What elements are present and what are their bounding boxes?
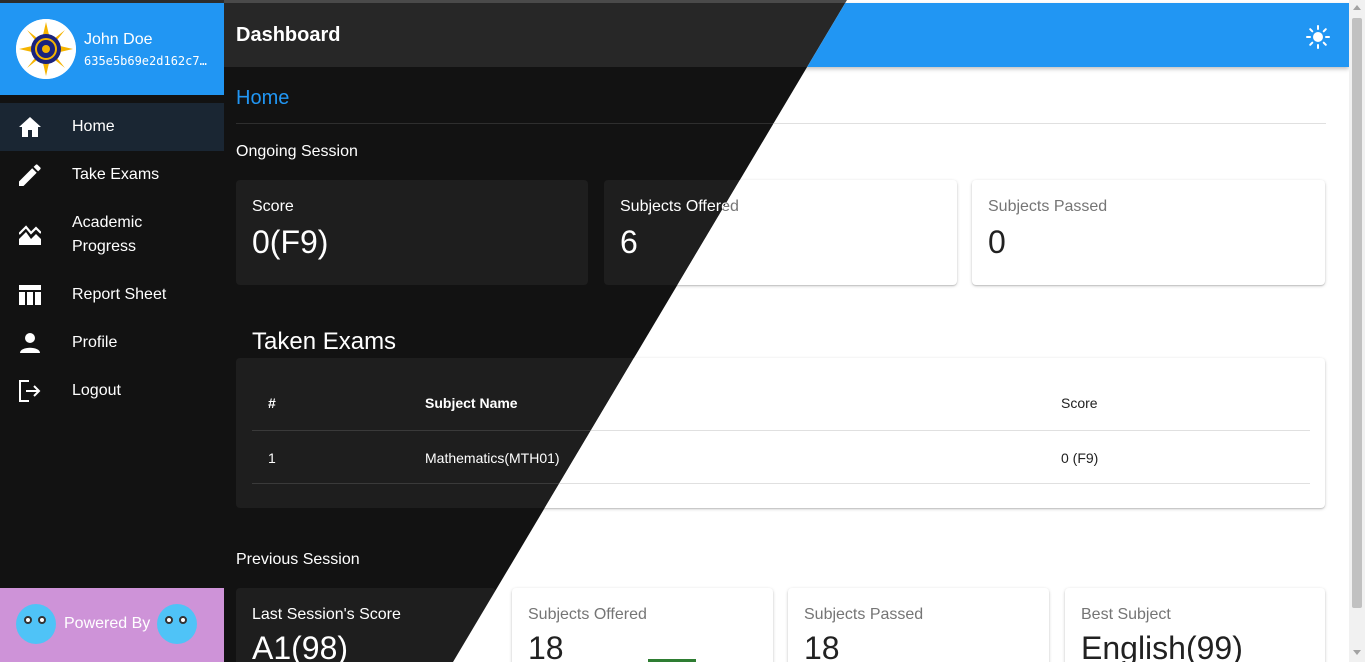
column-header-score: Score (1061, 395, 1098, 411)
card-value: English(99) (1081, 630, 1243, 662)
scrollbar-thumb[interactable] (1352, 18, 1362, 608)
table-cell-subject: Mathematics(MTH01) (425, 450, 560, 466)
home-icon (18, 115, 42, 139)
sidebar-item-take-exams[interactable]: Take Exams (0, 151, 224, 199)
previous-session-label: Previous Session (236, 551, 360, 568)
sun-icon (1306, 25, 1330, 49)
ongoing-session-label: Ongoing Session (236, 143, 358, 160)
table-cell-score: 0 (F9) (1061, 450, 1099, 466)
breadcrumb: Home (236, 87, 290, 109)
table-cell-index: 1 (268, 450, 276, 466)
sidebar-item-label: Home (72, 118, 115, 135)
sidebar-item-label: Report Sheet (72, 286, 167, 303)
best-subject-card: Best Subject English(99) (1065, 588, 1325, 662)
sidebar-item-profile[interactable]: Profile (0, 319, 224, 367)
card-title: Subjects Passed (988, 198, 1108, 215)
sidebar: John Doe 635e5b69e2d162c7 Home Take Exam… (0, 0, 224, 662)
user-name: John Doe (84, 31, 153, 48)
sidebar-item-report-sheet[interactable]: Report Sheet (0, 271, 224, 319)
subjects-passed-card: Subjects Passed 0 (972, 180, 1325, 285)
card-value: 18 (804, 630, 840, 662)
card-value: 6 (620, 224, 638, 260)
mascot-icon (157, 604, 197, 644)
chart-icon (18, 223, 42, 247)
sidebar-item-label: Logout (72, 382, 121, 399)
sidebar-item-academic-progress[interactable]: Academic Progress (0, 199, 224, 271)
main-content: Dashboard Home Ongoing Session Score 0(F… (224, 0, 1349, 662)
card-title: Last Session's Score (252, 606, 401, 623)
sidebar-item-label: Take Exams (72, 166, 160, 183)
last-session-score-card: Last Session's Score A1(98) (236, 588, 496, 662)
scroll-down-arrow-icon[interactable] (1353, 650, 1361, 655)
person-icon (18, 331, 42, 355)
scroll-up-arrow-icon[interactable] (1353, 5, 1361, 10)
card-value: 0(F9) (252, 224, 329, 260)
card-value: A1(98) (252, 630, 349, 662)
card-title: Score (252, 198, 294, 215)
column-header-subject: Subject Name (425, 395, 518, 411)
previous-subjects-passed-card: Subjects Passed 18 (788, 588, 1049, 662)
score-card: Score 0(F9) (236, 180, 588, 285)
sidebar-item-label: Profile (72, 334, 118, 351)
sidebar-item-home[interactable]: Home (0, 103, 224, 151)
sidebar-item-label: Academic Progress (72, 214, 143, 255)
card-title: Subjects Passed (804, 606, 924, 623)
table-icon (18, 283, 42, 307)
card-value: 0 (988, 224, 1006, 260)
page-title: Dashboard (236, 24, 341, 46)
sidebar-nav: Home Take Exams Academic Progress Report… (0, 103, 224, 415)
powered-by-footer: Powered By (0, 588, 224, 662)
theme-toggle-button[interactable] (1304, 23, 1332, 51)
vertical-scrollbar[interactable] (1349, 0, 1365, 662)
card-title: Subjects Offered (528, 606, 647, 623)
card-value: 18 (528, 630, 564, 662)
previous-subjects-offered-card: Subjects Offered 18 (512, 588, 773, 662)
user-id: 635e5b69e2d162c7 (84, 54, 216, 68)
card-title: Best Subject (1081, 606, 1171, 623)
powered-by-label: Powered By (64, 615, 151, 632)
sidebar-item-logout[interactable]: Logout (0, 367, 224, 415)
avatar[interactable] (16, 19, 76, 79)
user-panel: John Doe 635e5b69e2d162c7 (0, 3, 224, 95)
pencil-icon (18, 163, 42, 187)
logout-icon (18, 379, 42, 403)
taken-exams-heading: Taken Exams (252, 328, 397, 355)
mascot-icon (16, 604, 56, 644)
column-header-index: # (268, 395, 276, 411)
